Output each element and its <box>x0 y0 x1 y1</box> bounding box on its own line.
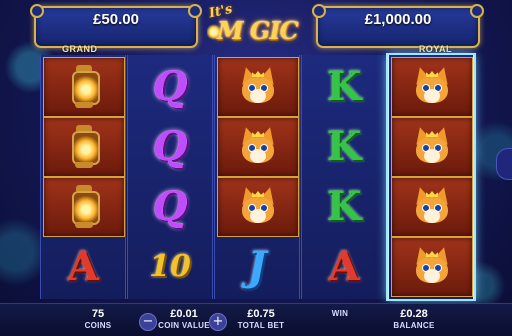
reel-1: A <box>40 55 126 299</box>
fox-icon <box>234 125 282 169</box>
coins-stat: 75 COINS <box>80 308 116 330</box>
fox-symbol <box>391 117 473 177</box>
royal-jackpot-plate: £1,000.00 ROYAL <box>312 4 484 54</box>
lantern-icon <box>69 125 100 169</box>
logo-line2: M GIC <box>217 16 299 45</box>
royal-jackpot-amount: £1,000.00 <box>364 11 432 28</box>
symbol-glyph: K <box>326 62 362 110</box>
coins-value: 75 <box>91 308 105 320</box>
side-menu-tab[interactable] <box>496 148 512 180</box>
reel-2: Q Q Q 10 <box>127 55 213 299</box>
coin-value-value: £0.01 <box>170 308 198 320</box>
balance-value: £0.28 <box>400 308 428 320</box>
symbol-glyph: Q <box>152 122 188 170</box>
fox-icon <box>234 65 282 109</box>
fox-icon <box>234 185 282 229</box>
card-symbol: J <box>217 237 297 295</box>
coin-value-decrease-button[interactable]: − <box>139 313 157 331</box>
total-bet-value: £0.75 <box>247 308 275 320</box>
symbol-glyph: Q <box>152 182 188 230</box>
fox-icon <box>408 245 456 289</box>
lantern-symbol <box>43 117 125 177</box>
symbol-glyph: Q <box>152 62 188 110</box>
grand-jackpot-amount: £50.00 <box>93 11 139 28</box>
symbol-glyph: 10 <box>149 248 191 284</box>
card-symbol: Q <box>130 177 210 235</box>
card-symbol: A <box>43 237 123 295</box>
coin-value-label: COIN VALUE <box>158 321 210 330</box>
symbol-glyph: A <box>328 242 360 290</box>
coin-value-increase-button[interactable]: + <box>209 313 227 331</box>
balance-label: BALANCE <box>393 321 435 330</box>
fox-icon <box>408 125 456 169</box>
reel-grid: A Q Q Q 10 J K K K A <box>40 55 474 299</box>
win-stat: WIN <box>322 308 358 318</box>
coin-value-stat: £0.01 COIN VALUE <box>158 308 210 330</box>
game-logo: It's M GIC <box>205 2 305 50</box>
win-label: WIN <box>331 309 349 318</box>
bottom-bar: 75 COINS − £0.01 COIN VALUE + £0.75 TOTA… <box>0 303 512 336</box>
card-symbol: Q <box>130 117 210 175</box>
fox-symbol <box>391 177 473 237</box>
card-symbol: Q <box>130 57 210 115</box>
fox-symbol <box>217 57 299 117</box>
symbol-glyph: J <box>247 242 267 290</box>
card-symbol: A <box>304 237 384 295</box>
grand-jackpot-plate: £50.00 GRAND <box>30 4 202 54</box>
royal-jackpot-label: ROYAL <box>418 44 452 54</box>
fox-icon <box>408 185 456 229</box>
reel-5 <box>388 55 474 299</box>
coins-label: COINS <box>84 321 112 330</box>
fox-symbol <box>391 57 473 117</box>
reel-4: KKKA <box>301 55 387 299</box>
total-bet-stat: £0.75 TOTAL BET <box>236 308 286 330</box>
fox-symbol <box>217 177 299 237</box>
card-symbol: 10 <box>130 237 210 295</box>
grand-jackpot-label: GRAND <box>62 44 98 54</box>
fox-symbol <box>391 237 473 297</box>
symbol-glyph: K <box>326 122 362 170</box>
fox-icon <box>408 65 456 109</box>
lantern-icon <box>69 185 100 229</box>
symbol-glyph: A <box>67 242 99 290</box>
total-bet-label: TOTAL BET <box>237 321 285 330</box>
card-symbol: K <box>304 117 384 175</box>
symbol-glyph: K <box>326 182 362 230</box>
card-symbol: K <box>304 177 384 235</box>
lantern-icon <box>69 65 100 109</box>
balance-stat: £0.28 BALANCE <box>392 308 436 330</box>
reel-3: J <box>214 55 300 299</box>
card-symbol: K <box>304 57 384 115</box>
lantern-symbol <box>43 177 125 237</box>
fox-symbol <box>217 117 299 177</box>
lantern-symbol <box>43 57 125 117</box>
